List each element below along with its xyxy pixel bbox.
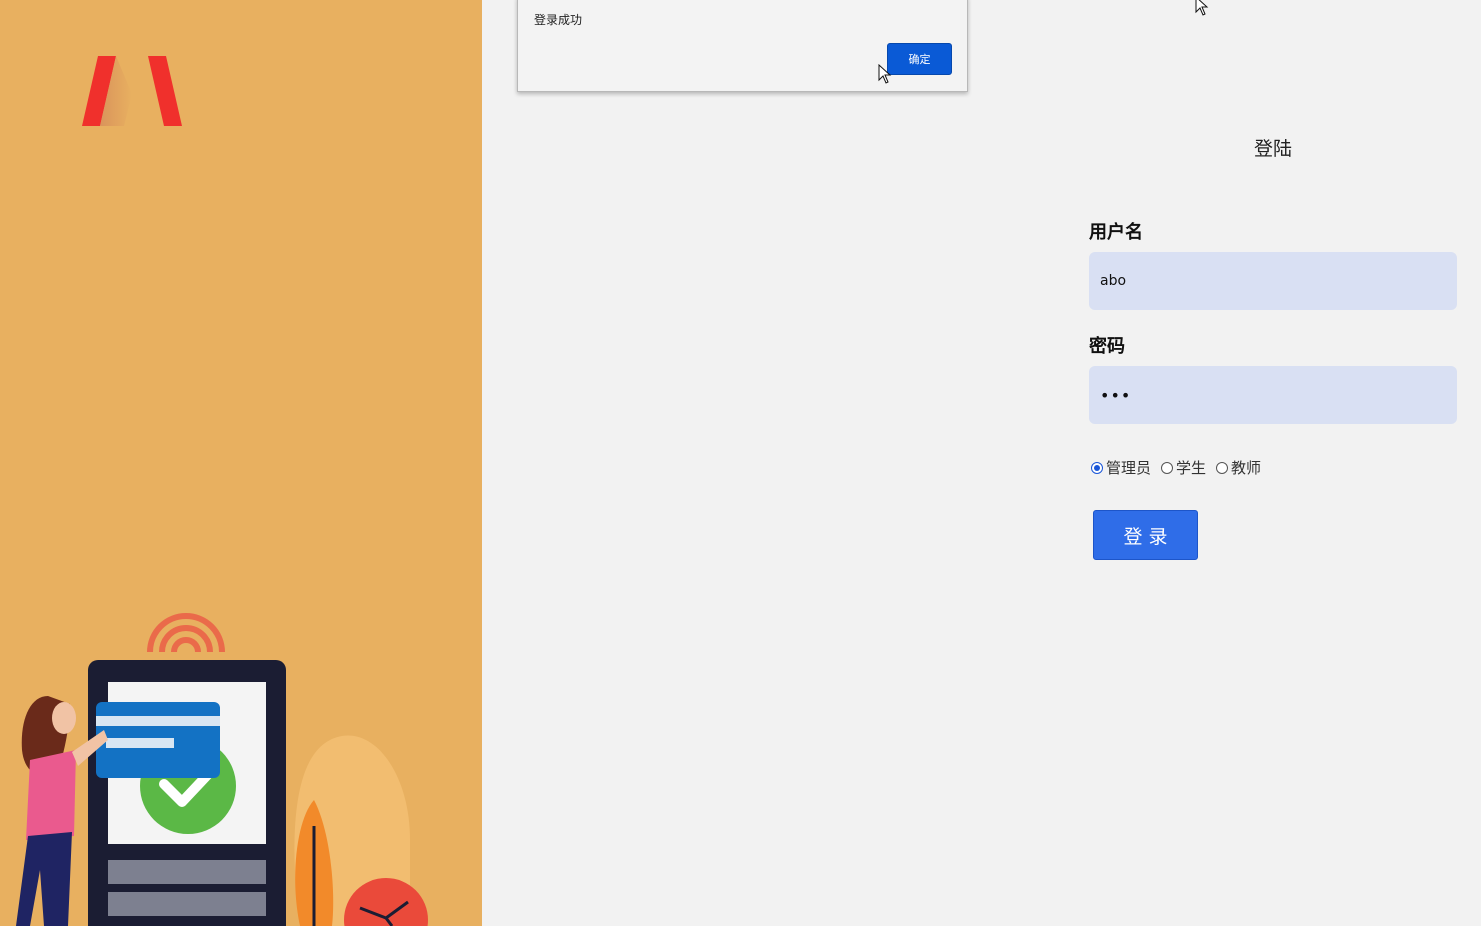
role-label: 管理员: [1106, 459, 1152, 477]
mouse-cursor-icon: [1195, 0, 1209, 16]
mouse-cursor-icon: [878, 64, 892, 84]
role-option-student[interactable]: 学生: [1159, 457, 1206, 478]
role-selector: 管理员 学生 教师: [1089, 457, 1267, 478]
password-input[interactable]: [1089, 366, 1457, 424]
radio-icon[interactable]: [1161, 461, 1174, 474]
password-label: 密码: [1089, 336, 1125, 357]
username-input[interactable]: [1089, 252, 1457, 310]
page-title: 登陆: [1253, 138, 1292, 160]
alert-ok-button[interactable]: 确定: [887, 43, 952, 75]
alert-dialog: 登录成功 确定: [517, 0, 968, 92]
role-label: 学生: [1176, 459, 1207, 477]
login-page: 登陆 用户名 密码 管理员 学生 教师 登录 登录成功 确定: [0, 0, 1481, 926]
role-option-admin[interactable]: 管理员: [1089, 457, 1151, 478]
role-option-teacher[interactable]: 教师: [1214, 457, 1261, 478]
logo-icon: [82, 56, 182, 126]
radio-icon[interactable]: [1091, 461, 1103, 474]
username-label: 用户名: [1089, 222, 1143, 243]
login-button[interactable]: 登录: [1093, 510, 1198, 560]
payment-illustration: [16, 613, 428, 926]
alert-message: 登录成功: [534, 13, 583, 27]
role-label: 教师: [1231, 459, 1262, 477]
illustration-panel: [0, 0, 482, 926]
radio-icon[interactable]: [1216, 461, 1229, 474]
